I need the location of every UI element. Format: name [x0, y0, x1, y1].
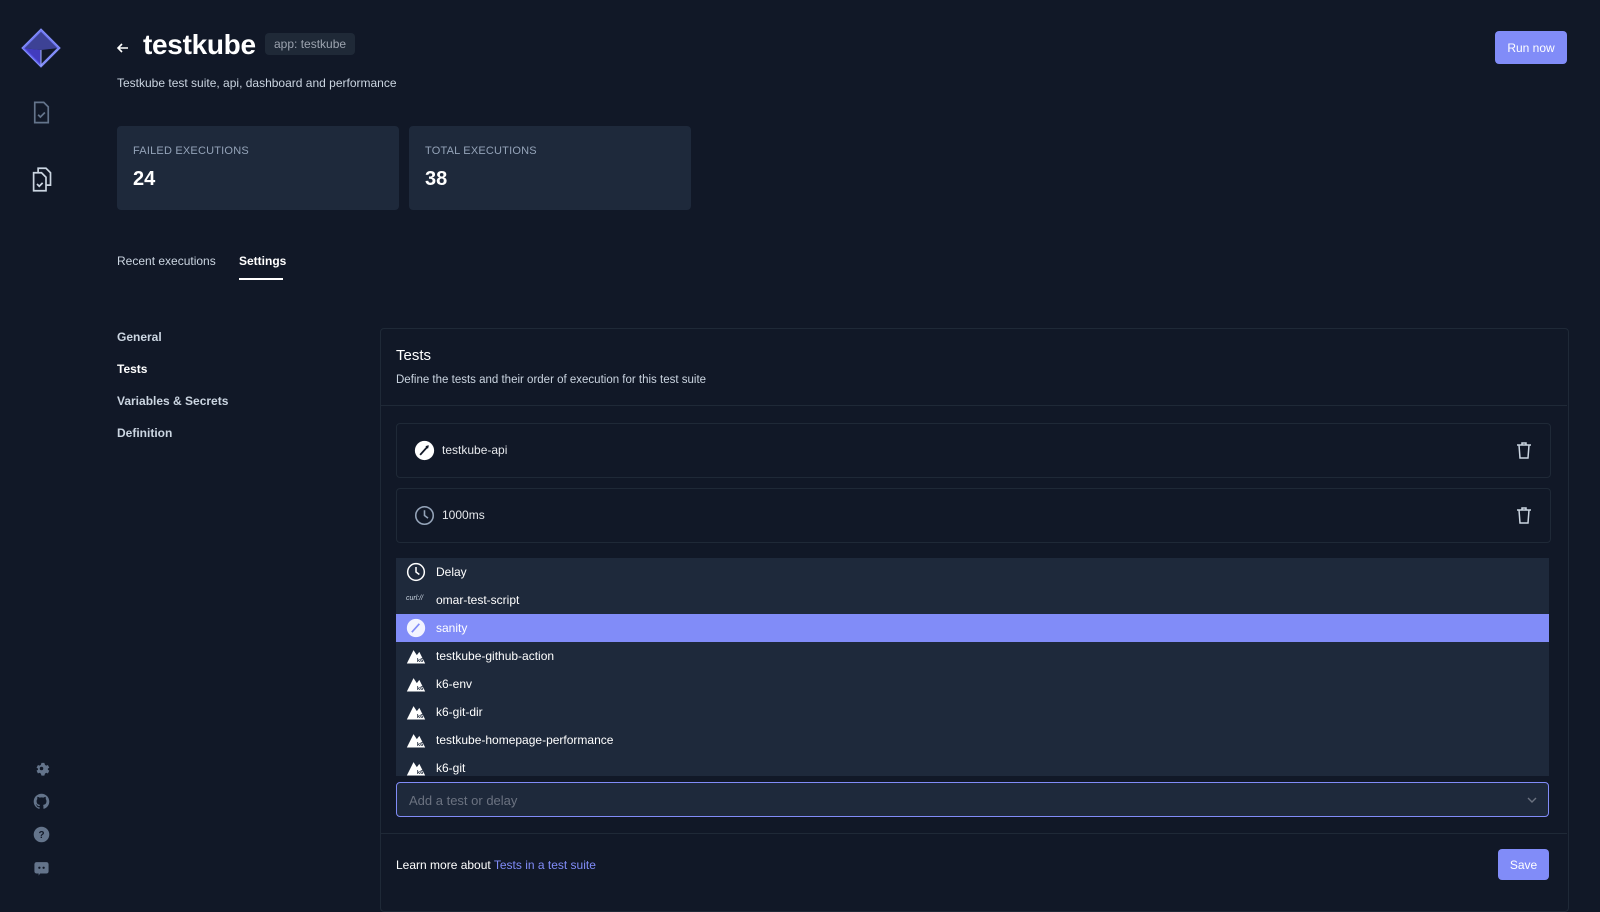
tab-recent-executions[interactable]: Recent executions: [117, 254, 216, 268]
footer-prefix: Learn more about: [396, 858, 494, 872]
divider: [381, 405, 1567, 406]
testkube-logo-icon[interactable]: [21, 28, 61, 68]
dropdown-option[interactable]: k6 k6-git-dir: [396, 698, 1549, 726]
k6-icon: k6: [406, 646, 426, 666]
failed-executions-card: FAILED EXECUTIONS 24: [117, 126, 399, 210]
add-test-select[interactable]: [396, 782, 1549, 818]
option-label: sanity: [436, 621, 468, 635]
option-label: testkube-homepage-performance: [436, 733, 614, 747]
stat-label: FAILED EXECUTIONS: [133, 145, 249, 157]
dropdown-option[interactable]: k6 testkube-homepage-performance: [396, 726, 1549, 754]
k6-icon: k6: [406, 730, 426, 750]
postman-icon: [414, 440, 435, 461]
trash-icon[interactable]: [1514, 505, 1534, 525]
panel-description: Define the tests and their order of exec…: [396, 374, 707, 386]
svg-text:k6: k6: [417, 714, 424, 720]
test-step-row[interactable]: 1000ms: [396, 488, 1551, 543]
dropdown-option[interactable]: k6 k6-git: [396, 754, 1549, 776]
option-label: k6-git-dir: [436, 705, 483, 719]
svg-text:k6: k6: [417, 770, 424, 776]
add-test-input[interactable]: [407, 783, 1511, 818]
settings-nav-definition[interactable]: Definition: [117, 426, 172, 440]
dropdown-option-delay[interactable]: Delay: [396, 558, 1549, 586]
footer-help-text: Learn more about Tests in a test suite: [396, 858, 596, 872]
stat-label: TOTAL EXECUTIONS: [425, 145, 537, 157]
panel-title: Tests: [396, 347, 432, 364]
dropdown-option-selected[interactable]: sanity: [396, 614, 1549, 642]
option-label: k6-git: [436, 761, 466, 775]
settings-icon[interactable]: [33, 760, 50, 777]
dropdown-option[interactable]: k6 testkube-github-action: [396, 642, 1549, 670]
dropdown-option[interactable]: curl:// omar-test-script: [396, 586, 1549, 614]
github-icon[interactable]: [33, 793, 50, 810]
clock-icon: [406, 562, 426, 582]
active-tab-indicator: [239, 278, 283, 280]
divider: [381, 833, 1567, 834]
option-label: omar-test-script: [436, 593, 520, 607]
help-icon[interactable]: ?: [33, 826, 50, 843]
option-label: k6-env: [436, 677, 473, 691]
test-suites-icon[interactable]: [28, 166, 55, 193]
option-label: Delay: [436, 565, 467, 579]
k6-icon: k6: [406, 674, 426, 694]
postman-icon: [406, 618, 426, 638]
label-badge: app: testkube: [265, 33, 356, 55]
stat-value: 24: [133, 168, 156, 190]
option-label: testkube-github-action: [436, 649, 555, 663]
k6-icon: k6: [406, 702, 426, 722]
page-description: Testkube test suite, api, dashboard and …: [117, 76, 397, 90]
docs-link[interactable]: Tests in a test suite: [494, 858, 596, 872]
stat-value: 38: [425, 168, 448, 190]
test-options-dropdown[interactable]: Delay curl:// omar-test-script sanity k6…: [396, 558, 1549, 776]
settings-nav-general[interactable]: General: [117, 330, 162, 344]
test-step-label: 1000ms: [442, 508, 485, 522]
settings-nav-tests[interactable]: Tests: [117, 362, 147, 376]
tests-icon[interactable]: [28, 99, 55, 126]
dropdown-option[interactable]: k6 k6-env: [396, 670, 1549, 698]
test-step-label: testkube-api: [442, 443, 508, 457]
run-now-button[interactable]: Run now: [1495, 31, 1567, 64]
page-title: testkube: [143, 29, 256, 60]
svg-text:?: ?: [38, 830, 44, 841]
svg-text:k6: k6: [417, 686, 424, 692]
k6-icon: k6: [406, 758, 426, 776]
tab-settings[interactable]: Settings: [239, 254, 286, 268]
settings-nav-variables-secrets[interactable]: Variables & Secrets: [117, 394, 228, 408]
svg-text:k6: k6: [417, 658, 424, 664]
chevron-down-icon[interactable]: [1526, 793, 1538, 805]
test-step-row[interactable]: testkube-api: [396, 423, 1551, 478]
svg-text:k6: k6: [417, 742, 424, 748]
sidebar: ?: [0, 0, 83, 910]
total-executions-card: TOTAL EXECUTIONS 38: [409, 126, 691, 210]
curl-icon: curl://: [406, 595, 424, 602]
back-arrow-icon[interactable]: [115, 40, 131, 56]
trash-icon[interactable]: [1514, 440, 1534, 460]
save-button[interactable]: Save: [1498, 849, 1549, 880]
discord-icon[interactable]: [33, 860, 50, 877]
clock-icon: [414, 505, 435, 526]
